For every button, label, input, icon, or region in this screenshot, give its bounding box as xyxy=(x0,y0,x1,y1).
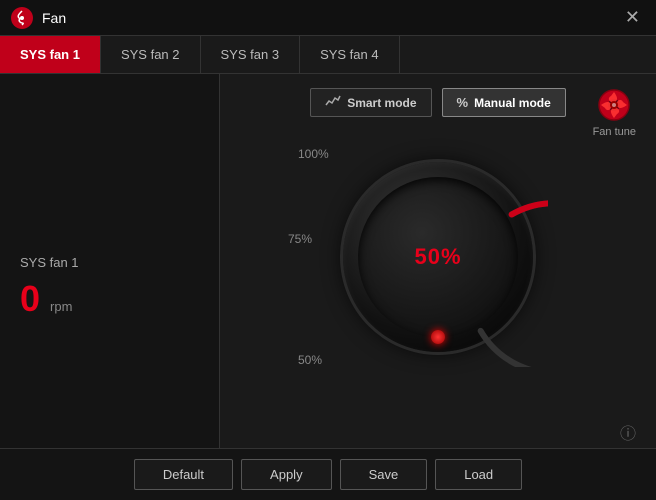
scale-label-75: 75% xyxy=(288,232,312,246)
rpm-unit-label: rpm xyxy=(50,299,72,314)
scale-label-50: 50% xyxy=(298,353,322,367)
info-icon[interactable]: ⓘ xyxy=(620,420,636,444)
knob-area: 100% 75% 50% 50% xyxy=(288,137,588,377)
right-panel: Smart mode % Manual mode Fan tune xyxy=(220,74,656,500)
fan-rpm-value: 0 xyxy=(20,278,42,320)
load-button[interactable]: Load xyxy=(435,459,522,490)
fan-tune-label: Fan tune xyxy=(593,126,636,138)
left-panel: SYS fan 1 0 rpm xyxy=(0,74,220,500)
tab-sys-fan-2[interactable]: SYS fan 2 xyxy=(101,36,201,73)
mode-button-group: Smart mode % Manual mode xyxy=(310,88,566,117)
bottom-toolbar: Default Apply Save Load xyxy=(0,448,656,500)
manual-mode-icon: % xyxy=(457,95,469,110)
knob-indicator-dot xyxy=(431,330,445,344)
default-button[interactable]: Default xyxy=(134,459,233,490)
fan-tune-icon xyxy=(597,88,631,122)
tab-sys-fan-1[interactable]: SYS fan 1 xyxy=(0,36,101,73)
apply-button[interactable]: Apply xyxy=(241,459,332,490)
fan-name-label: SYS fan 1 xyxy=(20,255,199,270)
tab-bar: SYS fan 1 SYS fan 2 SYS fan 3 SYS fan 4 xyxy=(0,36,656,74)
smart-mode-button[interactable]: Smart mode xyxy=(310,88,431,117)
app-logo xyxy=(10,6,34,30)
save-button[interactable]: Save xyxy=(340,459,428,490)
main-content: SYS fan 1 0 rpm Smart mode % Manual mode xyxy=(0,74,656,500)
window-title: Fan xyxy=(42,10,619,26)
close-button[interactable]: ✕ xyxy=(619,5,646,30)
manual-mode-label: Manual mode xyxy=(474,96,551,110)
smart-mode-label: Smart mode xyxy=(347,96,416,110)
smart-mode-icon xyxy=(325,94,341,111)
fan-speed-knob[interactable]: 50% xyxy=(343,162,533,352)
tab-sys-fan-3[interactable]: SYS fan 3 xyxy=(201,36,301,73)
tab-sys-fan-4[interactable]: SYS fan 4 xyxy=(300,36,400,73)
manual-mode-button[interactable]: % Manual mode xyxy=(442,88,566,117)
scale-label-100: 100% xyxy=(298,147,329,161)
fan-tune-button[interactable]: Fan tune xyxy=(593,88,636,138)
titlebar: Fan ✕ xyxy=(0,0,656,36)
